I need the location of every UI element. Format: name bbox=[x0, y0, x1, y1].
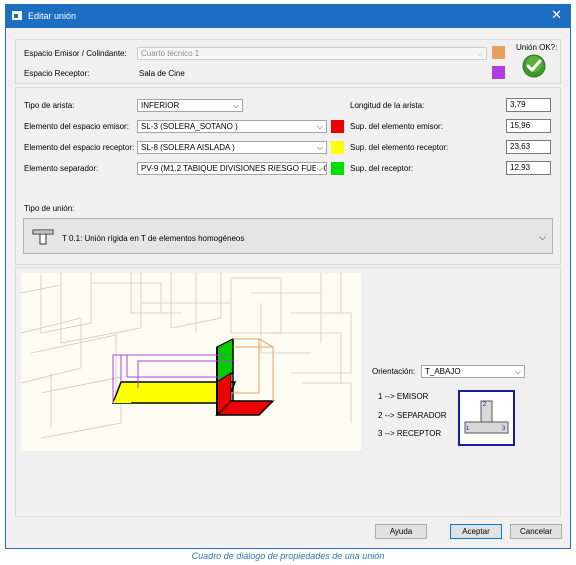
edit-union-dialog: Editar unión ✕ Espacio Emisor / Colindan… bbox=[5, 4, 571, 549]
check-ok-icon bbox=[522, 54, 546, 78]
tipo-union-label: Tipo de unión: bbox=[24, 204, 75, 213]
ayuda-button[interactable]: Ayuda bbox=[375, 524, 427, 539]
separador-select[interactable]: PV-9 (M1.2 TABIQUE DIVISIONES RIESGO FUE… bbox=[137, 162, 327, 175]
chevron-down-icon: ⌵ bbox=[514, 367, 521, 376]
emisor-element-value: SL-3 (SOLERA_SOTANO ) bbox=[141, 122, 238, 131]
orientacion-select[interactable]: T_ABAJO ⌵ bbox=[421, 365, 525, 378]
window-title: Editar unión bbox=[28, 11, 77, 21]
emisor-element-color-swatch[interactable] bbox=[331, 120, 344, 133]
spaces-panel: Espacio Emisor / Colindante: Cuarto técn… bbox=[15, 39, 561, 84]
figure-caption: Cuadro de diálogo de propiedades de una … bbox=[191, 551, 385, 561]
emisor-space-select[interactable]: Cuarto técnico 1 ⌵ bbox=[137, 47, 487, 60]
arista-label: Tipo de arista: bbox=[24, 101, 75, 110]
sup-receptor-element-field[interactable]: 23,63 bbox=[506, 140, 551, 154]
sup-receptor-element-label: Sup. del elemento receptor: bbox=[350, 143, 449, 152]
diagram-label-1: 1 bbox=[466, 426, 470, 432]
separador-label: Elemento separador: bbox=[24, 164, 99, 173]
legend-separador: 2 --> SEPARADOR bbox=[378, 411, 447, 420]
3d-viewport[interactable] bbox=[21, 273, 361, 451]
diagram-label-3: 3 bbox=[502, 426, 506, 432]
emisor-space-value: Cuarto técnico 1 bbox=[141, 49, 200, 58]
properties-panel: Tipo de arista: INFERIOR ⌵ Elemento del … bbox=[15, 87, 561, 265]
arista-value: INFERIOR bbox=[141, 101, 180, 110]
view-panel: Orientación: T_ABAJO ⌵ 1 --> EMISOR 2 --… bbox=[15, 267, 561, 517]
receptor-element-color-swatch[interactable] bbox=[331, 141, 344, 154]
sup-emisor-field[interactable]: 15,96 bbox=[506, 119, 551, 133]
legend-receptor: 3 --> RECEPTOR bbox=[378, 429, 442, 438]
aceptar-button[interactable]: Aceptar bbox=[450, 524, 502, 539]
chevron-down-icon: ⌵ bbox=[232, 101, 239, 110]
cancelar-button[interactable]: Cancelar bbox=[510, 524, 562, 539]
window-icon bbox=[12, 11, 22, 20]
arista-select[interactable]: INFERIOR ⌵ bbox=[137, 99, 243, 112]
tipo-union-select[interactable]: T 0.1: Unión rígida en T de elementos ho… bbox=[23, 218, 553, 254]
receptor-element-select[interactable]: SL-8 (SOLERA AISLADA ) ⌵ bbox=[137, 141, 327, 154]
emisor-space-label: Espacio Emisor / Colindante: bbox=[24, 49, 127, 58]
title-bar: Editar unión ✕ bbox=[6, 5, 570, 28]
emisor-element-label: Elemento del espacio emisor: bbox=[24, 122, 129, 131]
orientacion-value: T_ABAJO bbox=[425, 367, 461, 376]
receptor-space-label: Espacio Receptor: bbox=[24, 69, 90, 78]
t-union-icon bbox=[32, 229, 54, 245]
longitud-field[interactable]: 3,79 bbox=[506, 98, 551, 112]
sup-receptor-field[interactable]: 12,93 bbox=[506, 161, 551, 175]
legend-emisor: 1 --> EMISOR bbox=[378, 392, 429, 401]
emisor-element-select[interactable]: SL-3 (SOLERA_SOTANO ) ⌵ bbox=[137, 120, 327, 133]
receptor-space-value: Sala de Cine bbox=[139, 69, 185, 78]
diagram-label-2: 2 bbox=[483, 402, 487, 408]
separador-color-swatch[interactable] bbox=[331, 162, 344, 175]
sup-receptor-label: Sup. del receptor: bbox=[350, 164, 414, 173]
longitud-label: Longitud de la arista: bbox=[350, 101, 425, 110]
t-orientation-diagram: 2 1 3 bbox=[458, 390, 515, 446]
receptor-element-value: SL-8 (SOLERA AISLADA ) bbox=[141, 143, 235, 152]
receptor-space-color-swatch[interactable] bbox=[492, 66, 505, 79]
chevron-down-icon: ⌵ bbox=[316, 122, 323, 131]
orientacion-label: Orientación: bbox=[372, 367, 416, 376]
union-ok-label: Unión OK?: bbox=[516, 43, 558, 52]
t-shape-icon bbox=[464, 400, 509, 434]
sup-emisor-label: Sup. del elemento emisor: bbox=[350, 122, 443, 131]
separador-value: PV-9 (M1.2 TABIQUE DIVISIONES RIESGO FUE… bbox=[141, 164, 327, 173]
chevron-down-icon: ⌵ bbox=[316, 143, 323, 152]
tipo-union-value: T 0.1: Unión rígida en T de elementos ho… bbox=[62, 234, 245, 243]
chevron-down-icon: ⌵ bbox=[315, 163, 323, 174]
chevron-down-icon: ⌵ bbox=[476, 49, 483, 58]
receptor-element-label: Elemento del espacio receptor: bbox=[24, 143, 135, 152]
emisor-space-color-swatch[interactable] bbox=[492, 46, 505, 59]
chevron-down-icon: ⌵ bbox=[539, 232, 546, 242]
close-icon[interactable]: ✕ bbox=[551, 8, 562, 22]
